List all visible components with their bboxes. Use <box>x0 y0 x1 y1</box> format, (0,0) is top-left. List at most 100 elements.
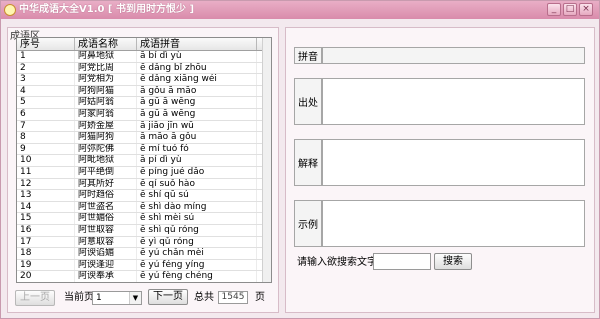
search-label: 请输入欲搜索文字: <box>297 257 381 268</box>
row-name-cell: 阿平绝倒 <box>75 166 137 178</box>
row-name-cell: 阿谀谄媚 <box>75 248 137 259</box>
row-index-cell: 9 <box>17 143 75 155</box>
column-header-name[interactable]: 成语名称 <box>75 38 137 50</box>
table-row[interactable]: 5 阿姑阿翁 ā gū ā wēng <box>17 97 271 109</box>
row-pinyin-cell: ē yú fèng chéng <box>137 271 257 282</box>
row-pinyin-cell: ā gū ā wēng <box>137 108 257 120</box>
row-name-cell: 阿世盗名 <box>75 201 137 213</box>
row-name-cell: 阿狗阿猫 <box>75 85 137 97</box>
row-pinyin-cell: ā gū ā wēng <box>137 97 257 108</box>
table-row[interactable]: 3 阿党相为 ē dǎng xiāng wéi <box>17 74 271 86</box>
row-name-cell: 阿世取容 <box>75 224 137 236</box>
row-index-cell: 8 <box>17 132 75 143</box>
row-name-cell: 阿时趋俗 <box>75 190 137 201</box>
row-index-cell: 18 <box>17 248 75 259</box>
maximize-button[interactable]: □ <box>563 3 577 16</box>
row-index-cell: 4 <box>17 85 75 97</box>
table-row[interactable]: 8 阿猫阿狗 ā māo ā gǒu <box>17 132 271 144</box>
row-pinyin-cell: ē qí suǒ hào <box>137 178 257 190</box>
app-icon <box>4 4 16 16</box>
table-row[interactable]: 14 阿世盗名 ē shì dào míng <box>17 201 271 214</box>
table-row[interactable]: 20 阿谀奉承 ē yú fèng chéng <box>17 271 271 282</box>
explanation-field[interactable] <box>322 139 585 186</box>
table-row[interactable]: 15 阿世媚俗 ē shì mèi sú <box>17 213 271 225</box>
table-row[interactable]: 10 阿毗地狱 ā pí dì yù <box>17 155 271 167</box>
table-row[interactable]: 16 阿世取容 ē shì qǔ róng <box>17 224 271 237</box>
row-pinyin-cell: ē mí tuó fó <box>137 143 257 155</box>
row-name-cell: 阿姑阿翁 <box>75 97 137 108</box>
row-index-cell: 20 <box>17 271 75 282</box>
row-pinyin-cell: ē dǎng bǐ zhōu <box>137 62 257 74</box>
current-page-select[interactable]: 1 ▼ <box>92 291 142 305</box>
row-index-cell: 15 <box>17 213 75 224</box>
title-bar[interactable]: 中华成语大全V1.0 [ 书到用时方恨少 ] _ □ × <box>1 1 599 19</box>
row-pinyin-cell: ē yú chǎn mèi <box>137 248 257 259</box>
row-index-cell: 1 <box>17 51 75 62</box>
table-row[interactable]: 12 阿其所好 ē qí suǒ hào <box>17 178 271 191</box>
source-field[interactable] <box>322 78 585 125</box>
row-name-cell: 阿弥陀佛 <box>75 143 137 155</box>
row-name-cell: 阿党比周 <box>75 62 137 74</box>
row-name-cell: 阿其所好 <box>75 178 137 190</box>
row-index-cell: 3 <box>17 74 75 85</box>
column-header-index[interactable]: 序号 <box>17 38 75 50</box>
minimize-button[interactable]: _ <box>547 3 561 16</box>
table-row[interactable]: 1 阿鼻地狱 ā bí dì yù <box>17 51 271 63</box>
table-row[interactable]: 4 阿狗阿猫 ā gǒu ā māo <box>17 85 271 98</box>
row-name-cell: 阿意取容 <box>75 236 137 248</box>
row-pinyin-cell: ā jiāo jīn wū <box>137 120 257 132</box>
row-name-cell: 阿世媚俗 <box>75 213 137 224</box>
row-name-cell: 阿谀奉承 <box>75 271 137 282</box>
table-row[interactable]: 9 阿弥陀佛 ē mí tuó fó <box>17 143 271 156</box>
row-index-cell: 19 <box>17 259 75 271</box>
table-row[interactable]: 17 阿意取容 ē yì qǔ róng <box>17 236 271 249</box>
row-index-cell: 12 <box>17 178 75 190</box>
prev-page-button[interactable]: 上一页 <box>15 290 55 306</box>
row-name-cell: 阿猫阿狗 <box>75 132 137 143</box>
row-name-cell: 阿家阿翁 <box>75 108 137 120</box>
current-page-label: 当前页 <box>64 292 94 303</box>
row-name-cell: 阿毗地狱 <box>75 155 137 166</box>
table-row[interactable]: 19 阿谀逢迎 ē yú féng yíng <box>17 259 271 272</box>
row-index-cell: 13 <box>17 190 75 201</box>
table-row[interactable]: 13 阿时趋俗 ē shí qū sú <box>17 190 271 202</box>
row-index-cell: 14 <box>17 201 75 213</box>
row-index-cell: 2 <box>17 62 75 74</box>
current-page-value: 1 <box>96 293 102 303</box>
main-window: 中华成语大全V1.0 [ 书到用时方恨少 ] _ □ × 成语区 序号 成语名称… <box>0 0 600 319</box>
table-body: 1 阿鼻地狱 ā bí dì yù 2 阿党比周 ē dǎng bǐ zhōu 3 阿党相为 ē… <box>17 51 271 282</box>
table-scrollbar[interactable] <box>262 38 271 282</box>
row-pinyin-cell: ā gǒu ā māo <box>137 85 257 97</box>
table-row[interactable]: 2 阿党比周 ē dǎng bǐ zhōu <box>17 62 271 75</box>
pinyin-field[interactable] <box>322 47 585 64</box>
table-row[interactable]: 7 阿娇金屋 ā jiāo jīn wū <box>17 120 271 133</box>
page-unit-label: 页 <box>255 292 265 303</box>
next-page-button[interactable]: 下一页 <box>148 289 188 305</box>
close-button[interactable]: × <box>579 3 593 16</box>
row-index-cell: 16 <box>17 224 75 236</box>
row-pinyin-cell: ā bí dì yù <box>137 51 257 62</box>
row-pinyin-cell: ē shì qǔ róng <box>137 224 257 236</box>
row-pinyin-cell: ē shì dào míng <box>137 201 257 213</box>
column-header-pinyin[interactable]: 成语拼音 <box>137 38 257 50</box>
row-name-cell: 阿鼻地狱 <box>75 51 137 62</box>
row-index-cell: 7 <box>17 120 75 132</box>
table-row[interactable]: 6 阿家阿翁 ā gū ā wēng <box>17 108 271 121</box>
row-index-cell: 5 <box>17 97 75 108</box>
table-row[interactable]: 18 阿谀谄媚 ē yú chǎn mèi <box>17 248 271 260</box>
chevron-down-icon[interactable]: ▼ <box>129 292 141 304</box>
row-name-cell: 阿娇金屋 <box>75 120 137 132</box>
row-pinyin-cell: ē dǎng xiāng wéi <box>137 74 257 85</box>
row-name-cell: 阿谀逢迎 <box>75 259 137 271</box>
search-button[interactable]: 搜索 <box>434 253 472 270</box>
row-index-cell: 11 <box>17 166 75 178</box>
total-pages-value: 1545 <box>218 291 248 304</box>
table-row[interactable]: 11 阿平绝倒 ē píng jué dǎo <box>17 166 271 179</box>
row-pinyin-cell: ē yì qǔ róng <box>137 236 257 248</box>
example-field[interactable] <box>322 200 585 247</box>
row-index-cell: 17 <box>17 236 75 248</box>
search-input[interactable] <box>373 253 431 270</box>
row-name-cell: 阿党相为 <box>75 74 137 85</box>
idiom-table[interactable]: 序号 成语名称 成语拼音 1 阿鼻地狱 ā bí dì yù 2 阿党比周 ē dǎng … <box>16 37 272 283</box>
row-index-cell: 10 <box>17 155 75 166</box>
